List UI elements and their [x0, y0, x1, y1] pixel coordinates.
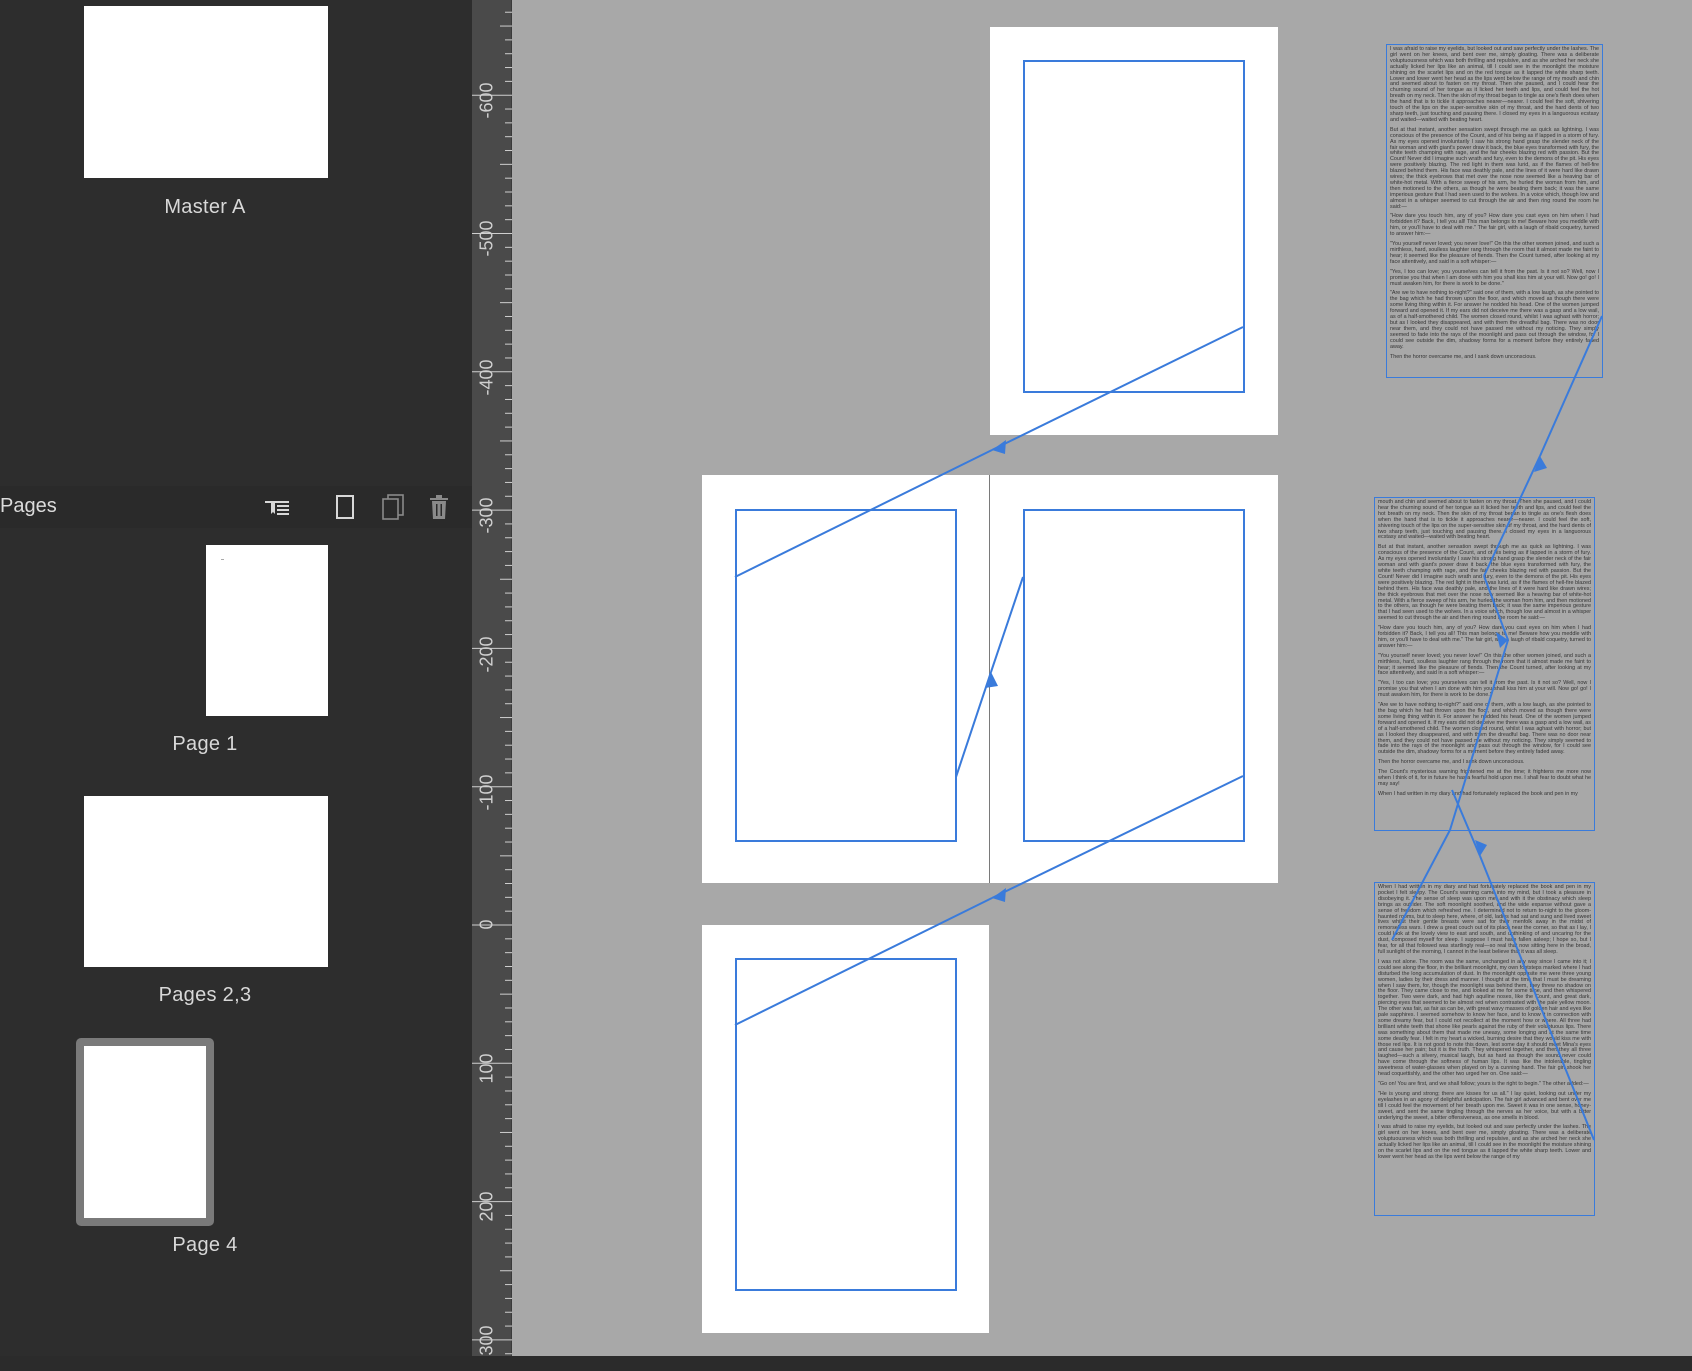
ruler-label: -200 — [476, 636, 497, 673]
text-flow-links — [734, 315, 1603, 1141]
page-1-thumbnail[interactable] — [206, 545, 328, 716]
pages-section-header: Pages — [0, 486, 472, 528]
ruler-label: 300 — [476, 1325, 497, 1356]
ruler-label: -400 — [476, 359, 497, 396]
insert-pages-icon[interactable] — [262, 492, 292, 522]
duplicate-page-icon[interactable] — [378, 492, 408, 522]
pages-section-title: Pages — [0, 495, 57, 517]
single-page-icon[interactable] — [330, 492, 360, 522]
flow-arrow — [992, 888, 1006, 902]
master-a-label: Master A — [164, 196, 246, 218]
pages-2-3-thumbnail[interactable] — [84, 796, 328, 967]
ruler-label: -500 — [476, 220, 497, 257]
trash-icon[interactable] — [424, 492, 454, 522]
ruler-label: 0 — [476, 919, 497, 930]
flow-arrow — [992, 440, 1006, 454]
page-4-selection-frame[interactable] — [76, 1038, 214, 1226]
pages-panel: Master A Pages Page 1 Pages 2,3 Page 4 — [0, 0, 472, 1356]
ruler-label: -300 — [476, 497, 497, 534]
document-canvas[interactable]: I was afraid to raise my eyelids, but lo… — [512, 0, 1692, 1356]
master-a-thumbnail[interactable] — [84, 6, 328, 178]
ruler-label: 200 — [476, 1191, 497, 1222]
ruler-label: 100 — [476, 1053, 497, 1084]
page-4-thumbnail[interactable] — [84, 1046, 206, 1218]
ruler-label: -600 — [476, 82, 497, 119]
flow-arrow — [985, 672, 998, 688]
page-1-label: Page 1 — [172, 733, 238, 755]
ruler-label: -100 — [476, 774, 497, 811]
vertical-ruler[interactable]: -600 -500 -400 -300 -200 -100 0 100 200 … — [472, 0, 512, 1356]
page-4-label: Page 4 — [172, 1234, 238, 1256]
pages-2-3-label: Pages 2,3 — [158, 984, 252, 1006]
